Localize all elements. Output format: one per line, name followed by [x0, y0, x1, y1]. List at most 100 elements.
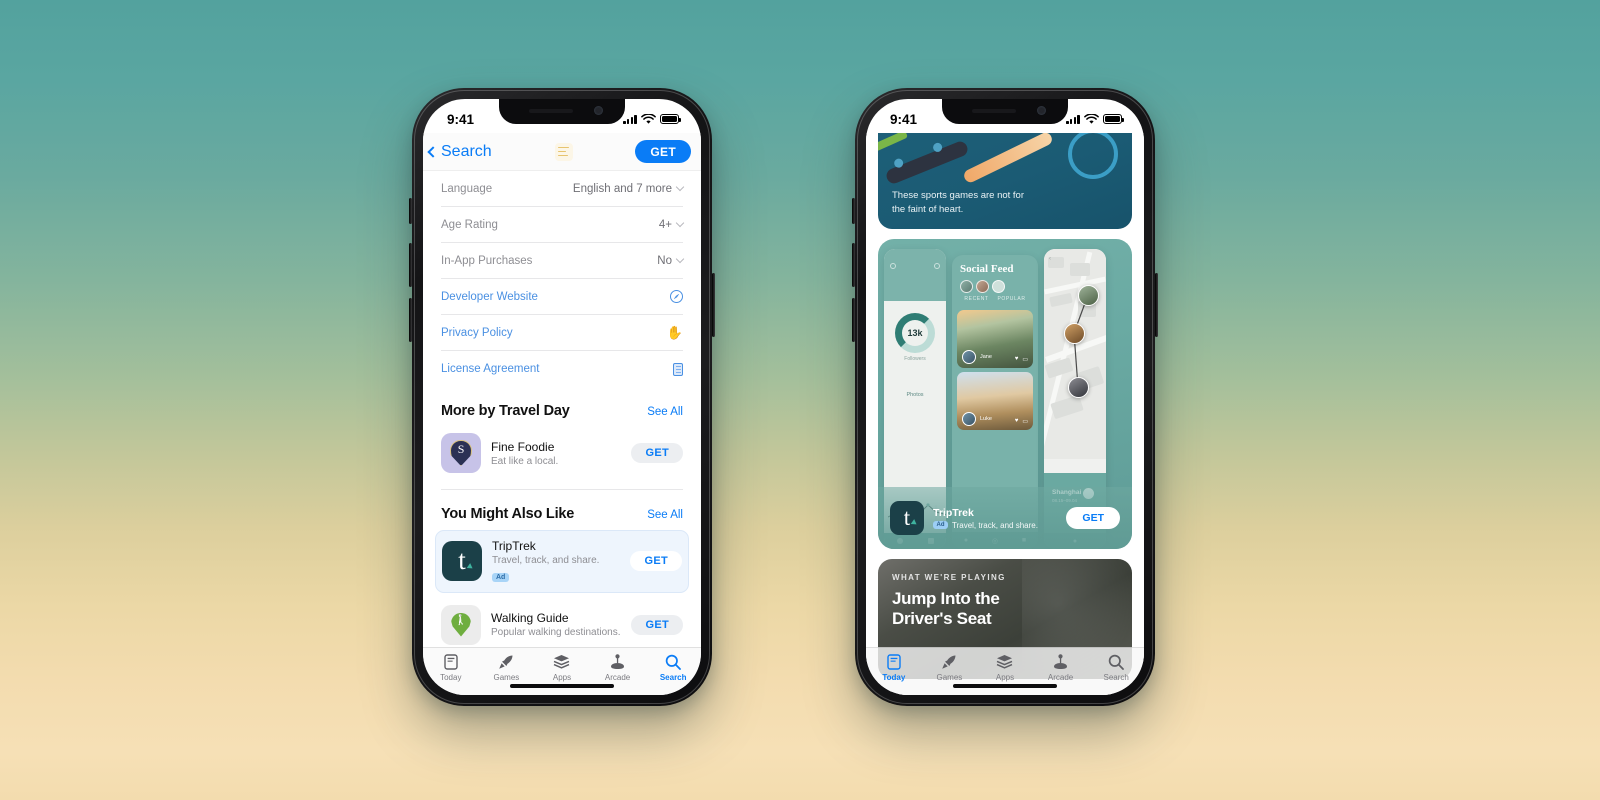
card-title: Jump Into the Driver's Seat	[892, 589, 1000, 629]
home-indicator[interactable]	[953, 683, 1057, 688]
nav-bar: Search GET	[423, 133, 701, 171]
status-time: 9:41	[447, 111, 475, 127]
feed-user-2: Luke	[980, 416, 992, 422]
info-label: Age Rating	[441, 218, 498, 231]
tab-label: Games	[493, 673, 520, 682]
photos-label: Photos	[906, 392, 924, 398]
map-pin-photo-3[interactable]	[1068, 377, 1089, 398]
app-subtitle: Popular walking destinations.	[491, 627, 621, 638]
get-button[interactable]: GET	[630, 551, 682, 571]
feed-user-1: Jane	[980, 354, 992, 360]
map-canvas: ‹	[1044, 249, 1106, 459]
map-pin-photo-2[interactable]	[1064, 323, 1085, 344]
feed-photo-2: Luke ♥ ▭	[957, 372, 1033, 430]
tab-label: Games	[936, 673, 963, 682]
feed-actions: ♥ ▭	[1014, 418, 1028, 425]
compass-icon	[670, 290, 683, 303]
feed-tab-popular: POPULAR	[997, 296, 1026, 302]
avatar-group	[960, 280, 1030, 293]
link-row-privacy-policy[interactable]: Privacy Policy ✋	[441, 315, 683, 351]
grass-decor	[878, 133, 909, 152]
tab-label: Search	[1103, 673, 1129, 682]
feed-tab-recent: RECENT	[964, 296, 989, 302]
feed-photo-1: Jane ♥ ▭	[957, 310, 1033, 368]
mute-switch[interactable]	[852, 198, 855, 224]
rocket-icon	[498, 653, 514, 670]
mockup-header	[884, 249, 946, 301]
get-button[interactable]: GET	[631, 443, 683, 463]
back-button[interactable]: Search	[427, 143, 492, 161]
app-subtitle: Travel, track, and share.	[952, 520, 1038, 530]
tab-search[interactable]: Search	[645, 648, 701, 695]
fine-foodie-icon	[441, 433, 481, 473]
get-button[interactable]: GET	[631, 614, 683, 635]
section-divider	[441, 489, 683, 490]
skateboard-icon	[884, 139, 970, 186]
triptrek-footer: t TripTrek Ad Travel, track, and share. …	[878, 487, 1132, 549]
phone-left: 9:41 Search GET Language English and 7 m…	[409, 88, 715, 706]
volume-down-button[interactable]	[409, 298, 412, 342]
nav-get-button[interactable]: GET	[635, 140, 691, 163]
feed-actions: ♥ ▭	[1014, 356, 1028, 363]
mute-switch[interactable]	[409, 198, 412, 224]
joystick-icon	[1052, 653, 1069, 670]
signal-icon	[623, 114, 637, 124]
app-row-walking-guide[interactable]: Walking Guide Popular walking destinatio…	[441, 599, 683, 648]
info-row-language[interactable]: Language English and 7 more	[441, 171, 685, 207]
get-button[interactable]: GET	[1066, 507, 1120, 529]
info-row-in-app-purchases[interactable]: In-App Purchases No	[441, 243, 685, 279]
hand-icon: ✋	[666, 325, 683, 340]
app-row-fine-foodie[interactable]: Fine Foodie Eat like a local. GET	[441, 427, 683, 479]
triptrek-icon: t	[890, 501, 924, 535]
signal-icon	[1066, 114, 1080, 124]
tab-label: Today	[440, 673, 462, 682]
today-icon	[887, 653, 901, 670]
app-name: TripTrek	[492, 538, 536, 553]
app-row-triptrek[interactable]: t TripTrek Travel, track, and share. Ad …	[435, 529, 689, 593]
see-all-link[interactable]: See All	[647, 406, 683, 418]
card-sports-games[interactable]: These sports games are not for the faint…	[878, 133, 1132, 229]
tab-label: Apps	[995, 673, 1015, 682]
info-value: English and 7 more	[572, 182, 672, 195]
stack-icon	[553, 653, 570, 670]
section-title: You Might Also Like	[441, 505, 575, 522]
link-row-license-agreement[interactable]: License Agreement	[441, 351, 683, 387]
triptrek-icon: t	[442, 541, 482, 581]
social-feed-title: Social Feed	[960, 263, 1014, 275]
front-camera	[1037, 106, 1046, 115]
section-header-more-by: More by Travel Day See All	[441, 403, 683, 419]
walking-guide-icon	[441, 604, 481, 645]
ad-badge: Ad	[933, 521, 948, 529]
joystick-icon	[609, 653, 626, 670]
app-name: TripTrek	[933, 506, 974, 519]
info-row-age-rating[interactable]: Age Rating 4+	[441, 207, 685, 243]
card-triptrek-feature[interactable]: 13k Followers Photos Social Feed RECENT …	[878, 239, 1132, 549]
product-content: Language English and 7 more Age Rating 4…	[423, 171, 701, 647]
card-eyebrow: WHAT WE'RE PLAYING	[892, 573, 1006, 582]
power-button[interactable]	[1155, 273, 1158, 337]
volume-up-button[interactable]	[852, 243, 855, 287]
tab-today[interactable]: Today	[423, 648, 479, 695]
power-button[interactable]	[712, 273, 715, 337]
volume-up-button[interactable]	[409, 243, 412, 287]
tab-search[interactable]: Search	[1088, 648, 1144, 695]
ad-badge: Ad	[492, 572, 510, 582]
volume-down-button[interactable]	[852, 298, 855, 342]
chevron-down-icon	[675, 218, 685, 228]
info-value: No	[657, 254, 672, 267]
app-subtitle: Eat like a local.	[491, 455, 559, 467]
tab-label: Arcade	[604, 673, 631, 682]
screen-left: 9:41 Search GET Language English and 7 m…	[423, 99, 701, 695]
map-pin-photo-1[interactable]	[1078, 285, 1099, 306]
see-all-link[interactable]: See All	[647, 509, 683, 521]
battery-icon	[1103, 114, 1124, 124]
screen-right: 9:41 These sports games are not for the …	[866, 99, 1144, 695]
home-indicator[interactable]	[510, 683, 614, 688]
link-row-developer-website[interactable]: Developer Website	[441, 279, 683, 315]
notch	[942, 99, 1068, 124]
map-back-icon[interactable]: ‹	[1049, 256, 1051, 262]
tab-today[interactable]: Today	[866, 648, 922, 695]
info-value: 4+	[658, 218, 672, 231]
battery-icon	[660, 114, 681, 124]
map-connector-lines	[1073, 294, 1089, 388]
